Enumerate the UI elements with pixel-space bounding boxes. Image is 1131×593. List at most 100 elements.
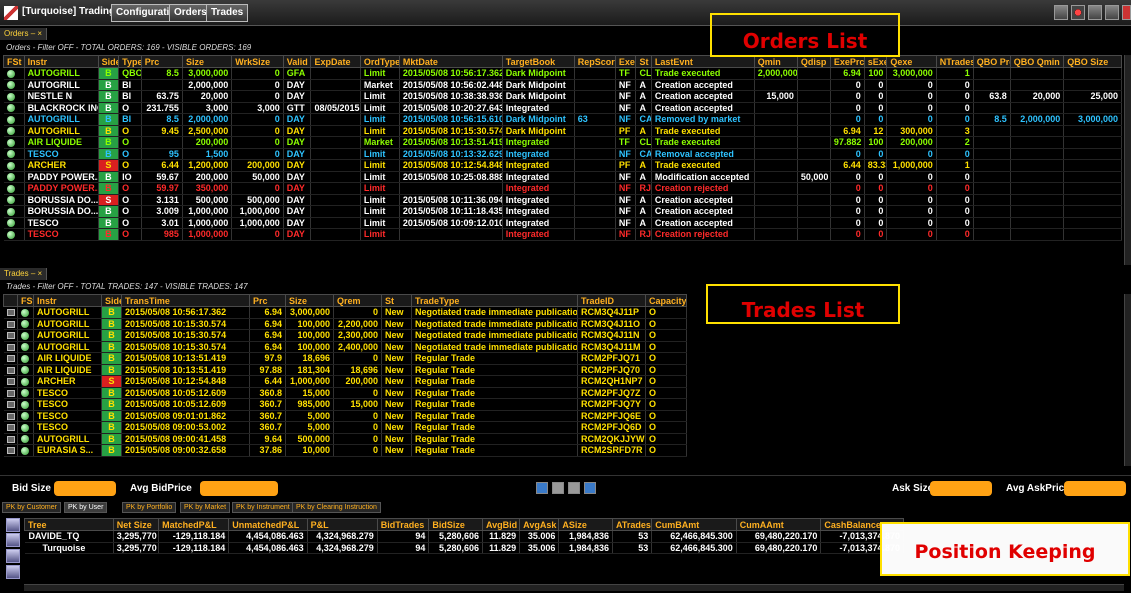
document-icon[interactable] xyxy=(6,549,20,563)
orders-col-header[interactable]: Size xyxy=(181,55,233,68)
orders-row[interactable]: PADDY POWER... B IO 59.67 200,000 50,000 DAY Li… xyxy=(3,171,1122,183)
tab-pk-customer[interactable]: PK by Customer xyxy=(2,502,61,513)
trades-row[interactable]: TESCO B 2015/05/08 10:05:12.609 360.8 15,000… xyxy=(3,387,687,399)
trades-col-header[interactable]: Prc xyxy=(249,294,286,307)
orders-col-header[interactable]: RepScore xyxy=(573,55,616,68)
orders-col-header[interactable]: QBO Qmin xyxy=(1009,55,1065,68)
pk-col-header[interactable]: BidTrades xyxy=(376,518,430,531)
orders-row[interactable]: AIR LIQUIDE B O 200,000 0 DAY Market 2015/05/08… xyxy=(3,136,1122,149)
trades-scrollbar[interactable] xyxy=(1124,294,1131,466)
trades-row[interactable]: AIR LIQUIDE B 2015/05/08 10:13:51.419 97.9 1… xyxy=(3,352,687,365)
tab-pk-portfolio[interactable]: PK by Portfolio xyxy=(122,502,177,513)
close-icon[interactable]: × xyxy=(37,29,42,38)
trades-col-header[interactable]: TradeType xyxy=(411,294,578,307)
orders-col-header[interactable]: sExe xyxy=(863,55,888,68)
blank-icon[interactable] xyxy=(568,482,580,494)
help-icon[interactable] xyxy=(1054,5,1068,20)
tab-trades[interactable]: Trades – × xyxy=(0,268,48,280)
trades-row[interactable]: AIR LIQUIDE B 2015/05/08 10:13:51.419 97.88… xyxy=(3,364,687,376)
orders-col-header[interactable]: St xyxy=(635,55,652,68)
orders-col-header[interactable]: QBO Size xyxy=(1063,55,1122,68)
orders-scrollbar[interactable] xyxy=(1124,55,1131,265)
orders-col-header[interactable]: QBO Prc xyxy=(972,55,1011,68)
tab-pk-instrument[interactable]: PK by Instrument xyxy=(232,502,294,513)
trades-row[interactable]: ARCHER S 2015/05/08 10:12:54.848 6.44 1,000,… xyxy=(3,375,687,388)
blank-icon[interactable] xyxy=(552,482,564,494)
orders-row[interactable]: AUTOGRILL B QBO 8.5 3,000,000 0 GFA Limit 2015/0… xyxy=(3,67,1122,80)
orders-row[interactable]: TESCO B O 985 1,000,000 0 DAY Limit Integrated NF… xyxy=(3,228,1122,241)
orders-col-header[interactable]: WrkSize xyxy=(231,55,284,68)
pk-row[interactable]: DAVIDE_TQ 3,295,770 -129,118.184 4,454,086.… xyxy=(24,530,904,543)
orders-row[interactable]: PADDY POWER... B O 59.97 350,000 0 DAY Limit Int… xyxy=(3,182,1122,195)
orders-col-header[interactable]: TargetBook xyxy=(501,55,575,68)
pk-row[interactable]: Turquoise 3,295,770 -129,118.184 4,454,086.… xyxy=(24,542,904,554)
trades-col-header[interactable]: FSt xyxy=(17,294,34,307)
window-icon[interactable] xyxy=(1105,5,1119,20)
pk-col-header[interactable]: CumAAmt xyxy=(735,518,822,531)
tree-icon[interactable] xyxy=(6,533,20,547)
orders-row[interactable]: AUTOGRILL B BI 8.5 2,000,000 0 DAY Limit 2015/05… xyxy=(3,113,1122,126)
avg-ask-price-field[interactable] xyxy=(1064,481,1126,496)
orders-row[interactable]: NESTLE N B BI 63.75 20,000 0 DAY Limit 2015/05/0… xyxy=(3,90,1122,103)
tab-orders[interactable]: Orders – × xyxy=(0,28,48,40)
pk-col-header[interactable]: P&L xyxy=(306,518,378,531)
tab-pk-clearing[interactable]: PK by Clearing Instruction xyxy=(292,502,381,513)
orders-col-header[interactable]: Valid xyxy=(282,55,312,68)
pk-col-header[interactable]: ATrades xyxy=(611,518,653,531)
pk-col-header[interactable]: UnmatchedP&L xyxy=(228,518,308,531)
orders-col-header[interactable]: Prc xyxy=(140,55,183,68)
orders-col-header[interactable]: Qexe xyxy=(886,55,937,68)
trades-col-header[interactable]: Instr xyxy=(33,294,102,307)
avg-bid-price-field[interactable] xyxy=(200,481,278,496)
orders-col-header[interactable]: ExpDate xyxy=(310,55,361,68)
tab-pk-market[interactable]: PK by Market xyxy=(180,502,231,513)
settings-icon[interactable] xyxy=(6,518,20,532)
trades-col-header[interactable]: St xyxy=(381,294,412,307)
orders-col-header[interactable]: ExeSt xyxy=(614,55,637,68)
trades-row[interactable]: TESCO B 2015/05/08 09:01:01.862 360.7 5,000 0… xyxy=(3,410,687,422)
menu-trades[interactable]: Trades xyxy=(206,4,249,22)
record-icon[interactable] xyxy=(1071,5,1085,20)
tab-pk-user[interactable]: PK by User xyxy=(64,502,108,513)
orders-row[interactable]: ARCHER S O 6.44 1,200,000 200,000 DAY Limit 2015… xyxy=(3,159,1122,172)
bid-size-field[interactable] xyxy=(54,481,116,496)
orders-row[interactable]: AUTOGRILL B O 9.45 2,500,000 0 DAY Limit 2015/05… xyxy=(3,125,1122,137)
orders-row[interactable]: TESCO B O 3.01 1,000,000 1,000,000 DAY Limit 201… xyxy=(3,217,1122,229)
check-icon[interactable] xyxy=(536,482,548,494)
orders-col-header[interactable]: Type xyxy=(118,55,142,68)
trades-col-header[interactable]: Capacity xyxy=(645,294,687,307)
trades-row[interactable]: AUTOGRILL B 2015/05/08 10:15:30.574 6.94 100… xyxy=(3,318,687,330)
trades-row[interactable]: EURASIA S... B 2015/05/08 09:00:32.658 37.8… xyxy=(3,444,687,457)
orders-col-header[interactable]: Side xyxy=(97,55,120,68)
pk-col-header[interactable]: CumBAmt xyxy=(651,518,737,531)
pk-col-header[interactable]: Tree xyxy=(24,518,114,531)
trades-col-header[interactable] xyxy=(3,294,18,307)
trades-col-header[interactable]: TransTime xyxy=(121,294,250,307)
orders-col-header[interactable]: Instr xyxy=(23,55,99,68)
trades-col-header[interactable]: Size xyxy=(285,294,334,307)
pk-col-header[interactable]: AvgAsk xyxy=(519,518,560,531)
pk-col-header[interactable]: MatchedP&L xyxy=(158,518,230,531)
pk-col-header[interactable]: AvgBid xyxy=(482,518,521,531)
trades-col-header[interactable]: Qrem xyxy=(333,294,382,307)
pk-col-header[interactable]: ASize xyxy=(558,518,613,531)
pk-col-header[interactable]: BidSize xyxy=(428,518,484,531)
layout-icon[interactable] xyxy=(1088,5,1102,20)
orders-col-header[interactable]: NTrades xyxy=(935,55,974,68)
pk-hscrollbar[interactable] xyxy=(24,584,1124,591)
minimize-icon[interactable]: – xyxy=(31,29,35,38)
pk-col-header[interactable]: Net Size xyxy=(112,518,160,531)
orders-row[interactable]: TESCO B O 95 1,500 0 DAY Limit 2015/05/08 10:13:… xyxy=(3,148,1122,160)
trades-row[interactable]: TESCO B 2015/05/08 09:00:53.002 360.7 5,000 0… xyxy=(3,421,687,434)
orders-row[interactable]: BORUSSIA DO... S O 3.131 500,000 500,000 DAY Li… xyxy=(3,194,1122,206)
trades-row[interactable]: AUTOGRILL B 2015/05/08 09:00:41.458 9.64 500… xyxy=(3,433,687,445)
trades-col-header[interactable]: TradeID xyxy=(577,294,646,307)
trades-row[interactable]: TESCO B 2015/05/08 10:05:12.609 360.7 985,00… xyxy=(3,398,687,411)
orders-row[interactable]: AUTOGRILL B BI 2,000,000 0 DAY Market 2015/05/0… xyxy=(3,79,1122,91)
minimize-icon[interactable]: – xyxy=(31,269,35,278)
refresh-icon[interactable] xyxy=(6,565,20,579)
trades-row[interactable]: AUTOGRILL B 2015/05/08 10:15:30.574 6.94 100… xyxy=(3,341,687,353)
orders-col-header[interactable]: FSt xyxy=(3,55,25,68)
close-icon[interactable]: × xyxy=(38,269,43,278)
orders-col-header[interactable]: MktDate xyxy=(398,55,503,68)
